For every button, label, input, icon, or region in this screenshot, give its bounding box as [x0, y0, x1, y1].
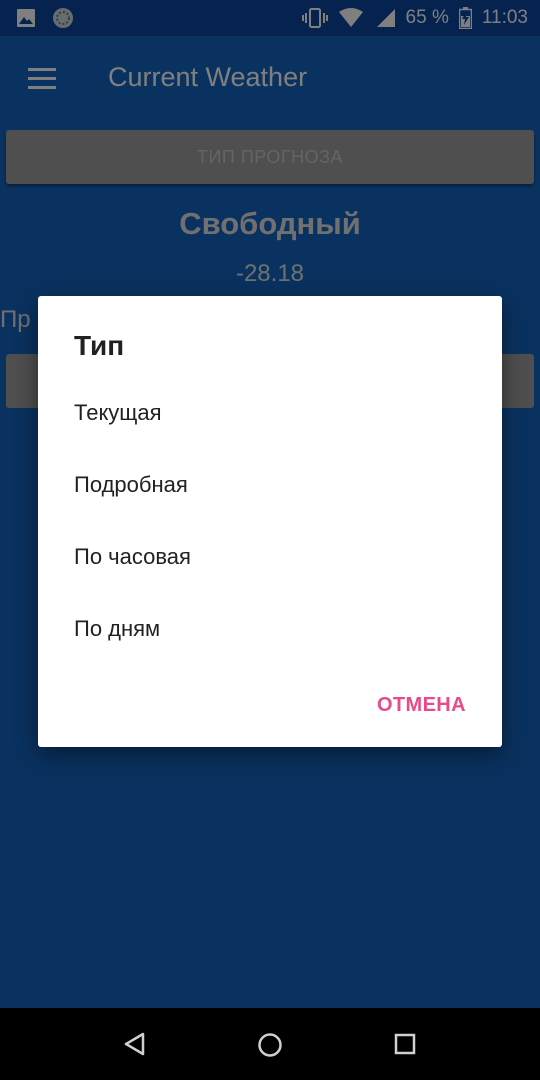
navigation-bar	[0, 1008, 540, 1080]
option-hourly[interactable]: По часовая	[74, 544, 191, 570]
back-icon[interactable]	[123, 1032, 147, 1056]
option-daily[interactable]: По дням	[74, 616, 160, 642]
recents-icon[interactable]	[394, 1033, 416, 1055]
cancel-button[interactable]: ОТМЕНА	[377, 694, 466, 717]
option-current[interactable]: Текущая	[74, 400, 162, 426]
home-icon[interactable]	[257, 1032, 283, 1058]
option-detailed[interactable]: Подробная	[74, 472, 188, 498]
dialog-title: Тип	[74, 330, 125, 361]
forecast-type-dialog: Тип Текущая Подробная По часовая По дням…	[38, 296, 502, 747]
